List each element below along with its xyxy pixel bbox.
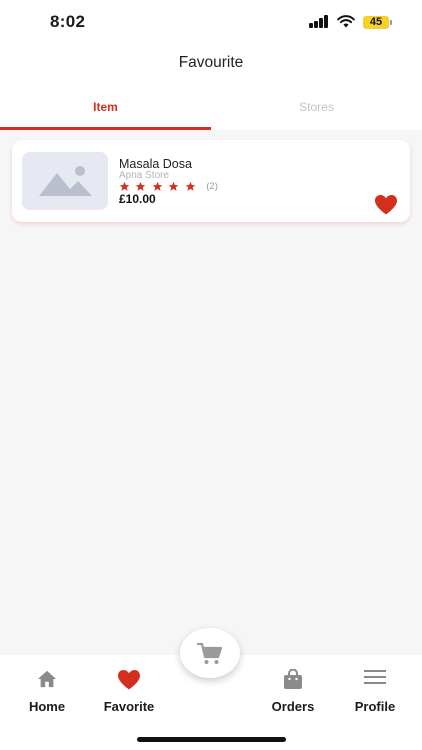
tab-stores[interactable]: Stores (211, 100, 422, 114)
home-icon (37, 670, 57, 688)
active-tab-indicator (0, 127, 211, 130)
item-store: Apna Store (119, 170, 170, 181)
image-placeholder-icon (22, 152, 108, 210)
header-area: 8:02 45 Favourite Item Stores (0, 0, 422, 130)
nav-orders[interactable]: Orders (253, 668, 333, 714)
nav-home[interactable]: Home (7, 669, 87, 714)
menu-icon (364, 670, 386, 684)
battery-icon: 45 (363, 16, 392, 29)
cellular-signal-icon (309, 15, 329, 28)
status-time: 8:02 (50, 12, 86, 31)
battery-level: 45 (369, 16, 383, 28)
wifi-icon (337, 15, 355, 28)
nav-orders-label: Orders (271, 699, 315, 714)
nav-profile[interactable]: Profile (335, 669, 415, 714)
status-bar: 8:02 45 (0, 0, 422, 46)
nav-profile-label: Profile (354, 699, 396, 714)
star-icon (136, 181, 146, 191)
page-title: Favourite (178, 54, 244, 71)
home-indicator (137, 737, 286, 742)
item-name: Masala Dosa (119, 157, 192, 171)
nav-home-label: Home (28, 699, 66, 714)
star-icon (169, 181, 179, 191)
favorite-item-card[interactable]: Masala Dosa Apna Store (2) £10.00 (12, 140, 410, 222)
cart-icon (197, 642, 223, 664)
nav-favorite-label: Favorite (103, 699, 155, 714)
cart-button[interactable] (180, 628, 240, 678)
star-icon (152, 181, 163, 191)
item-price: £10.00 (119, 192, 156, 206)
star-icon (185, 181, 196, 191)
bag-icon (284, 668, 302, 689)
heart-icon (118, 670, 140, 690)
star-icon (119, 181, 130, 191)
nav-favorite[interactable]: Favorite (89, 669, 169, 714)
rating-count: (2) (206, 181, 218, 192)
tab-item[interactable]: Item (0, 100, 211, 114)
favorite-heart-icon[interactable] (374, 194, 398, 215)
